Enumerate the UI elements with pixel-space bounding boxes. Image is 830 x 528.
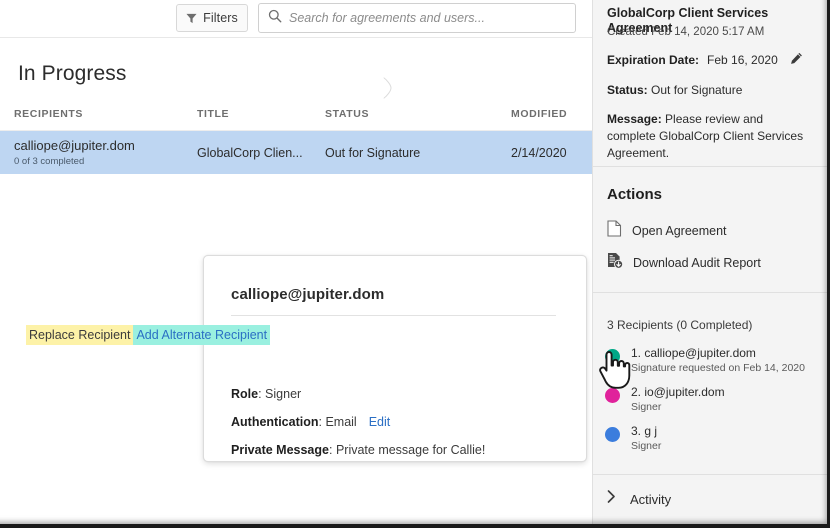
recipient-name: 1. calliope@jupiter.dom	[631, 346, 756, 360]
popup-private-message-label: Private Message	[231, 443, 329, 457]
expiration-date-row: Expiration Date: Feb 16, 2020	[607, 52, 803, 68]
agreement-message-row: Message: Please review and complete Glob…	[607, 111, 815, 162]
popup-action-links: Replace RecipientAdd Alternate Recipient	[26, 326, 270, 344]
search-box[interactable]	[258, 3, 576, 33]
filters-button-label: Filters	[203, 11, 238, 25]
recipient-name: 3. g j	[631, 424, 657, 438]
popup-role-row: Role: Signer	[231, 387, 301, 401]
agreement-details-sidebar: GlobalCorp Client Services Agreement Cre…	[592, 0, 827, 524]
add-alternate-recipient-link[interactable]: Add Alternate Recipient	[133, 325, 270, 345]
pencil-icon[interactable]	[790, 52, 803, 68]
expiration-date-value: Feb 16, 2020	[707, 53, 778, 67]
agreement-status-label: Status:	[607, 83, 648, 97]
page-title: In Progress	[18, 62, 126, 86]
expiration-date-label: Expiration Date:	[607, 53, 699, 67]
column-header-recipients: RECIPIENTS	[14, 108, 83, 120]
column-header-modified: MODIFIED	[511, 108, 567, 120]
chevron-right-icon	[607, 490, 616, 508]
popup-role-value: Signer	[265, 387, 301, 401]
column-header-title: TITLE	[197, 108, 229, 120]
popup-role-colon: :	[258, 387, 265, 401]
row-recipient-email: calliope@jupiter.dom	[14, 138, 135, 153]
agreement-status-row: Status: Out for Signature	[607, 83, 742, 97]
replace-recipient-link[interactable]: Replace Recipient	[26, 325, 133, 345]
popup-title: calliope@jupiter.dom	[231, 286, 384, 303]
sidebar-divider-1	[593, 166, 828, 167]
recipients-heading: 3 Recipients (0 Completed)	[607, 318, 752, 332]
avatar	[605, 349, 620, 364]
row-status: Out for Signature	[325, 146, 420, 160]
agreement-created-date: Created Feb 14, 2020 5:17 AM	[607, 26, 764, 38]
filters-button[interactable]: Filters	[176, 4, 248, 32]
popup-private-message-value: Private message for Callie!	[336, 443, 485, 457]
document-icon	[607, 220, 622, 242]
row-recipient-progress: 0 of 3 completed	[14, 156, 84, 167]
top-toolbar: Filters	[0, 0, 592, 38]
agreement-status-value: Out for Signature	[651, 83, 742, 97]
sidebar-divider-3	[593, 474, 828, 475]
app-window: Filters In Progress RECIPIENTS TITLE STA…	[0, 0, 830, 528]
table-row[interactable]: calliope@jupiter.dom 0 of 3 completed Gl…	[0, 131, 592, 174]
popup-role-label: Role	[231, 387, 258, 401]
popup-auth-label: Authentication	[231, 415, 319, 429]
audit-report-download-icon	[607, 252, 623, 274]
avatar	[605, 427, 620, 442]
recipient-status: Signature requested on Feb 14, 2020	[631, 362, 805, 374]
popup-auth-value: Email	[325, 415, 356, 429]
popup-private-message-colon: :	[329, 443, 336, 457]
actions-heading: Actions	[607, 186, 662, 203]
popup-private-message-row: Private Message: Private message for Cal…	[231, 443, 485, 457]
row-title: GlobalCorp Clien...	[197, 146, 303, 160]
table-header: RECIPIENTS TITLE STATUS MODIFIED	[0, 105, 592, 131]
avatar	[605, 388, 620, 403]
recipient-status: Signer	[631, 440, 661, 452]
recipient-status: Signer	[631, 401, 661, 413]
popup-pointer-notch	[383, 77, 392, 99]
auth-edit-link[interactable]: Edit	[369, 415, 391, 429]
recipient-detail-popup: calliope@jupiter.dom Role: Signer Authen…	[203, 255, 587, 462]
search-input[interactable]	[289, 11, 575, 25]
download-audit-report-action[interactable]: Download Audit Report	[607, 252, 761, 274]
row-modified: 2/14/2020	[511, 146, 567, 160]
open-agreement-action[interactable]: Open Agreement	[607, 220, 727, 242]
download-audit-report-label: Download Audit Report	[633, 256, 761, 270]
popup-auth-row: Authentication: EmailEdit	[231, 415, 390, 429]
sidebar-divider-2	[593, 292, 828, 293]
search-icon	[268, 9, 282, 28]
popup-divider	[231, 315, 556, 316]
funnel-icon	[186, 13, 197, 24]
activity-section-toggle[interactable]: Activity	[607, 490, 671, 508]
recipient-name: 2. io@jupiter.dom	[631, 385, 725, 399]
activity-label: Activity	[630, 492, 671, 507]
column-header-status: STATUS	[325, 108, 369, 120]
open-agreement-label: Open Agreement	[632, 224, 727, 238]
agreement-message-label: Message:	[607, 112, 662, 126]
